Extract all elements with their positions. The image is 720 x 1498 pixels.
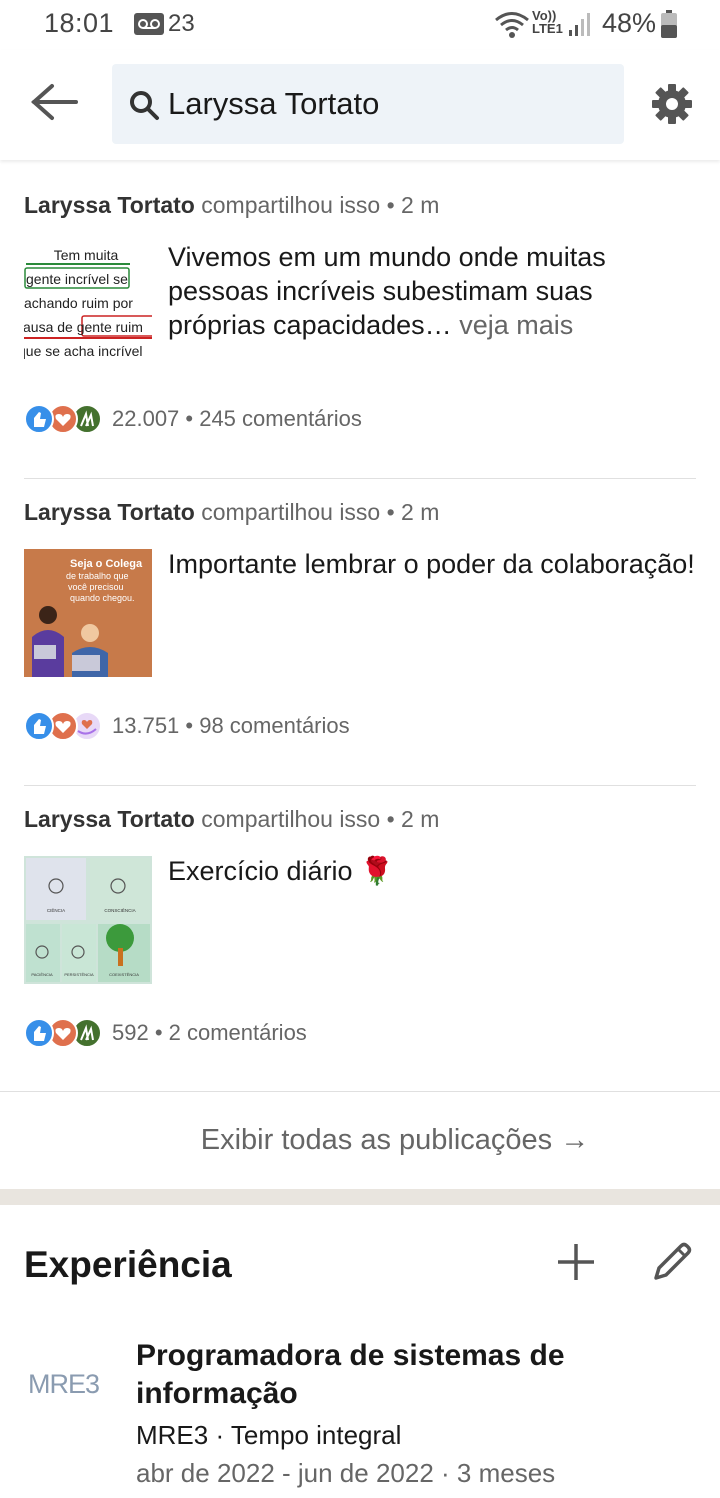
svg-text:MRE3: MRE3	[28, 1369, 99, 1399]
gear-icon[interactable]	[650, 82, 694, 126]
post-thumbnail[interactable]: CIÊNCIA CONSCIÊNCIA PACIÊNCIA PERSISTÊNC…	[24, 856, 152, 984]
thumb-line: CONSCIÊNCIA	[104, 906, 135, 913]
experience-company: MRE3 · Tempo integral	[136, 1420, 402, 1450]
see-all-label: Exibir todas as publicações →	[200, 1124, 590, 1156]
post-action: compartilhou isso • 2 m	[201, 499, 440, 525]
post-thumbnail[interactable]: Seja o Colega de trabalho que você preci…	[24, 549, 152, 677]
post-author[interactable]: Laryssa Tortato	[24, 192, 195, 218]
back-arrow-icon[interactable]	[28, 80, 80, 124]
thumb-line: causa de gente ruim	[24, 319, 143, 335]
reaction-count[interactable]: 13.751 • 98 comentários	[112, 713, 350, 739]
post-author-line: Laryssa Tortato compartilhou isso • 2 m	[24, 806, 439, 833]
thumb-line: que se acha incrível	[24, 343, 143, 359]
section-title: Experiência	[24, 1244, 232, 1285]
post-text[interactable]: Vivemos em um mundo onde muitas pessoas …	[168, 240, 696, 342]
thumb-line: PERSISTÊNCIA	[64, 972, 94, 977]
post-thumbnail[interactable]: Tem muita gente incrível se achando ruim…	[24, 242, 152, 370]
post-author[interactable]: Laryssa Tortato	[24, 499, 195, 525]
thumb-line: Tem muita	[54, 247, 119, 263]
post-card[interactable]: Laryssa Tortato compartilhou isso • 2 m …	[24, 499, 696, 769]
edit-pencil-icon[interactable]	[650, 1240, 694, 1284]
post-card[interactable]: Laryssa Tortato compartilhou isso • 2 m …	[24, 192, 696, 462]
post-author-line: Laryssa Tortato compartilhou isso • 2 m	[24, 499, 439, 526]
thumb-line: CIÊNCIA	[47, 906, 65, 913]
post-author[interactable]: Laryssa Tortato	[24, 806, 195, 832]
like-icon	[24, 711, 54, 741]
status-bar: 18:01 23 Vo)) LTE1 48%	[0, 0, 720, 50]
thumb-line: quando chegou.	[70, 593, 135, 603]
post-action: compartilhou isso • 2 m	[201, 806, 440, 832]
notification-count: 23	[168, 10, 195, 37]
search-value: Laryssa Tortato	[168, 86, 380, 121]
post-author-line: Laryssa Tortato compartilhou isso • 2 m	[24, 192, 439, 219]
voicemail-icon	[134, 13, 164, 35]
see-more-link[interactable]: veja mais	[459, 310, 573, 340]
status-time: 18:01	[44, 8, 115, 38]
signal-icon	[569, 13, 590, 36]
section-separator	[0, 1189, 720, 1205]
reaction-count[interactable]: 22.007 • 245 comentários	[112, 406, 362, 432]
experience-dates: abr de 2022 - jun de 2022 · 3 meses	[136, 1458, 556, 1488]
post-body: Importante lembrar o poder da colaboraçã…	[168, 549, 695, 579]
thumb-line: achando ruim por	[24, 295, 133, 311]
reaction-count[interactable]: 592 • 2 comentários	[112, 1020, 307, 1046]
post-action: compartilhou isso • 2 m	[201, 192, 440, 218]
post-card[interactable]: Laryssa Tortato compartilhou isso • 2 m …	[24, 806, 696, 1076]
thumb-line: gente incrível se	[26, 271, 128, 287]
see-all-posts-button[interactable]: Exibir todas as publicações →	[0, 1124, 720, 1157]
experience-role: Programadora de sistemas de informação	[136, 1339, 565, 1410]
divider	[24, 478, 696, 479]
network-indicator: Vo)) LTE1	[532, 8, 563, 36]
search-icon	[130, 91, 159, 120]
company-logo: MRE3	[28, 1369, 100, 1399]
post-body: Exercício diário 🌹	[168, 856, 394, 886]
thumb-line: COEXISTÊNCIA	[109, 972, 139, 977]
add-icon[interactable]	[556, 1242, 596, 1282]
battery-icon	[661, 10, 677, 38]
thumb-line: PACIÊNCIA	[31, 972, 53, 977]
divider	[24, 785, 696, 786]
like-icon	[24, 404, 54, 434]
divider	[0, 1091, 720, 1092]
post-text[interactable]: Importante lembrar o poder da colaboraçã…	[168, 547, 696, 581]
thumb-line: você precisou	[68, 582, 124, 592]
top-header: Laryssa Tortato	[0, 50, 720, 160]
search-input[interactable]: Laryssa Tortato	[112, 64, 624, 144]
battery-percent: 48%	[602, 8, 657, 38]
post-text[interactable]: Exercício diário 🌹	[168, 854, 696, 888]
thumb-line: Seja o Colega	[70, 558, 143, 570]
wifi-icon	[495, 12, 529, 38]
thumb-line: de trabalho que	[66, 571, 129, 581]
like-icon	[24, 1018, 54, 1048]
